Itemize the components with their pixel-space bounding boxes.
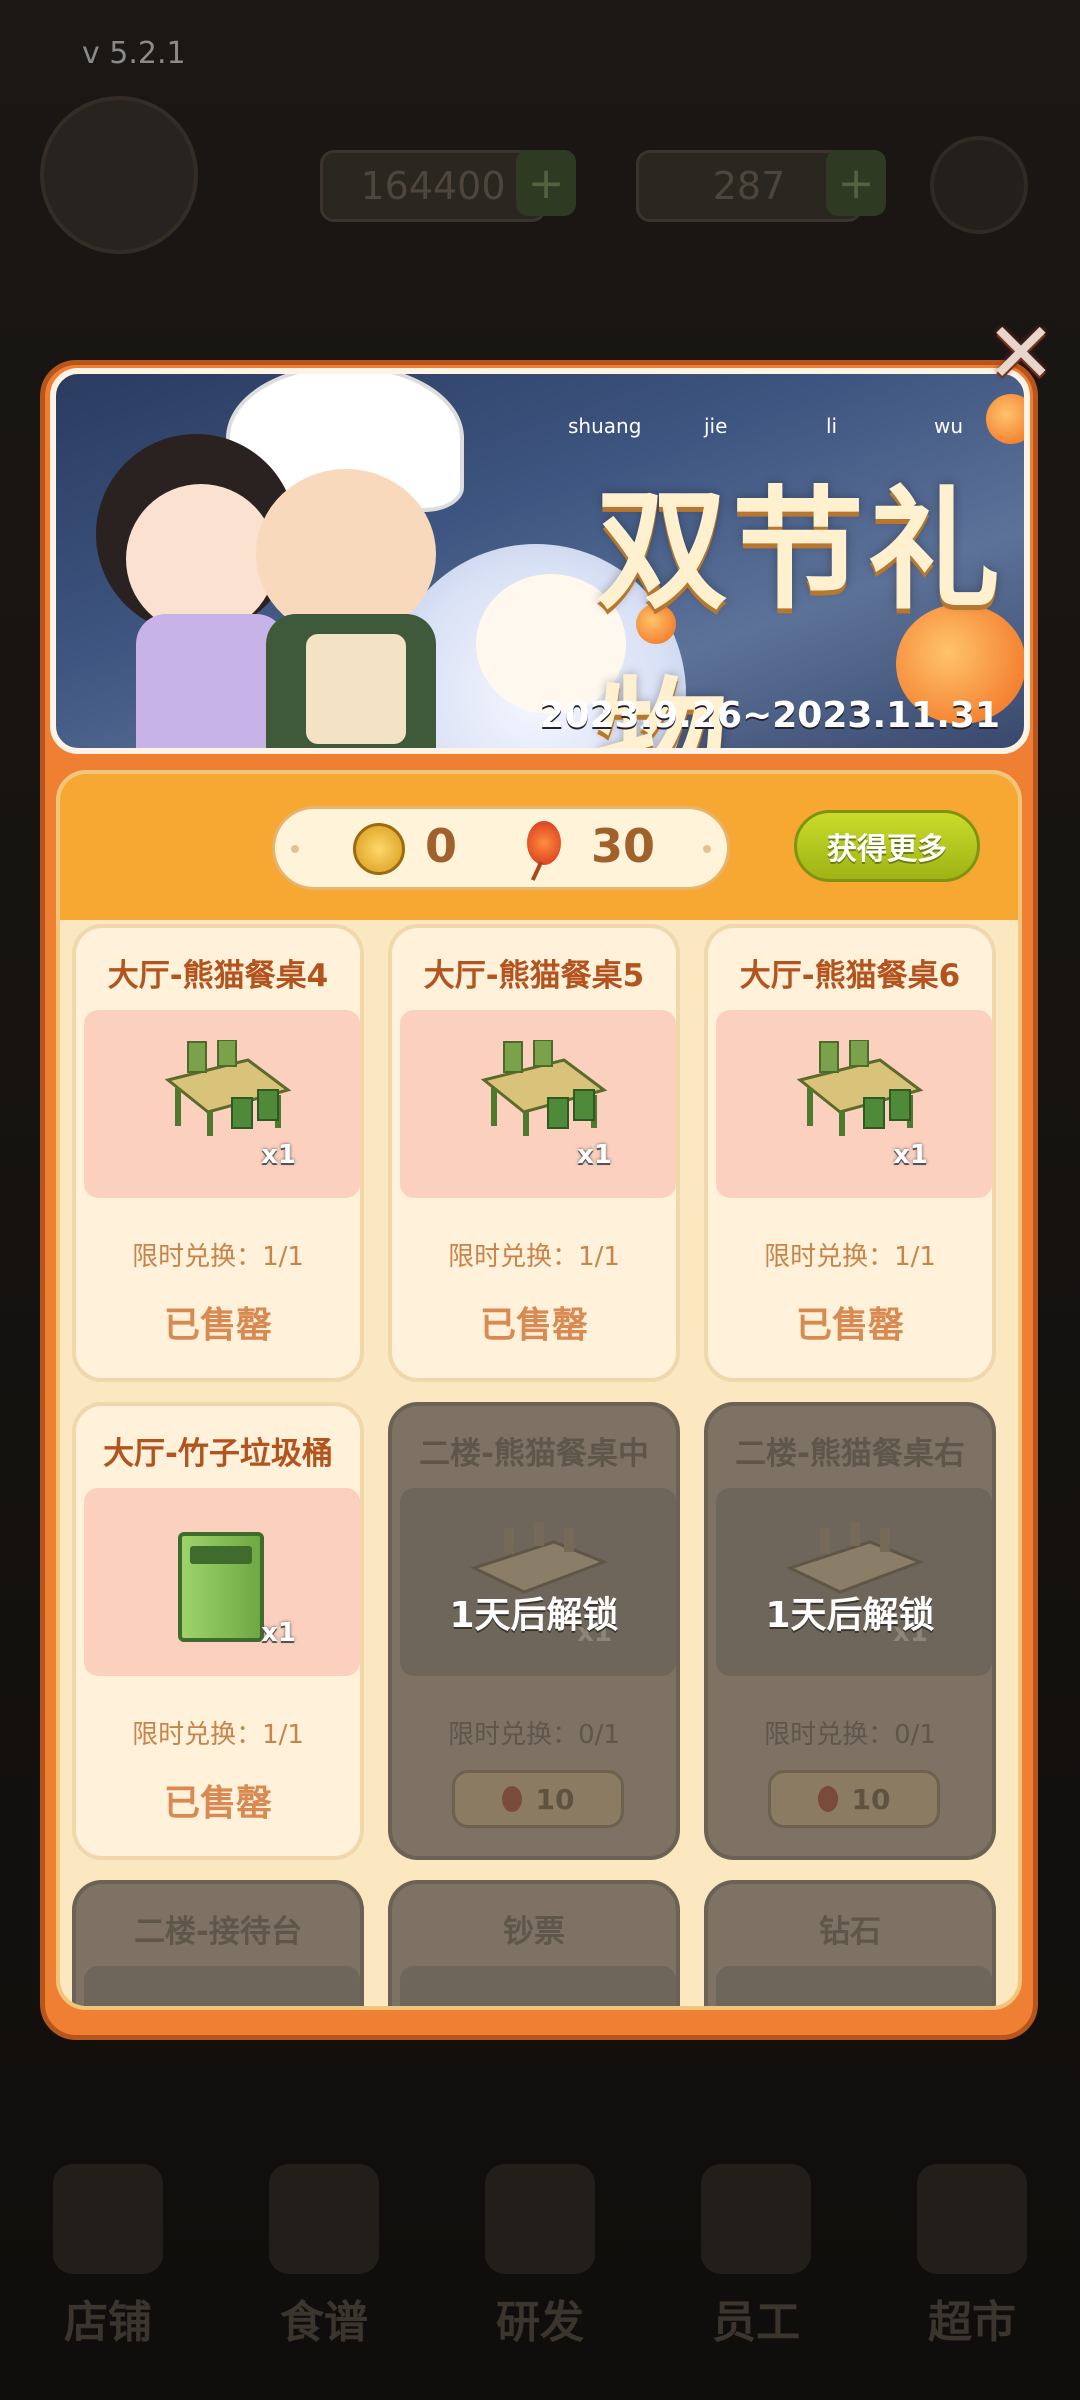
item-title: 大厅-熊猫餐桌6 [739, 958, 961, 994]
coin-amount: 0 [425, 819, 458, 873]
event-banner: shuang jie li wu 双节礼物 2023.9.26~2023.11.… [50, 368, 1030, 754]
item-image [716, 1966, 992, 2006]
bamboo-table-icon [796, 1040, 924, 1136]
pill-dot [291, 845, 299, 853]
sold-out-label: 已售罄 [479, 1305, 588, 1346]
get-more-button[interactable]: 获得更多 [794, 810, 980, 882]
shop-item-card-locked[interactable]: 二楼-接待台 [72, 1880, 364, 2006]
exchange-price-button[interactable]: 10 [452, 1770, 624, 1828]
sold-out-label: 已售罄 [163, 1305, 272, 1346]
lantern-icon [817, 1786, 838, 1812]
item-image [84, 1966, 360, 2006]
pinyin-label: jie [704, 414, 728, 438]
exchange-limit: 限时兑换：1/1 [448, 1242, 620, 1272]
chef-apron [306, 634, 406, 744]
shop-item-card-locked[interactable]: 钻石 [704, 1880, 996, 2006]
item-quantity: x1 [261, 1618, 296, 1648]
item-image: x1 [716, 1010, 992, 1198]
market-icon [917, 2164, 1027, 2274]
shop-item-card-locked[interactable]: 二楼-熊猫餐桌右 x1 1天后解锁 限时兑换：0/1 10 [704, 1402, 996, 1860]
item-image: x1 [84, 1010, 360, 1198]
item-title: 二楼-接待台 [134, 1914, 302, 1950]
item-image [400, 1966, 676, 2006]
exchange-price-button[interactable]: 10 [768, 1770, 940, 1828]
add-gold-button[interactable]: + [516, 150, 576, 216]
price-value: 10 [535, 1782, 575, 1816]
item-title: 大厅-熊猫餐桌4 [107, 958, 329, 994]
nav-shop[interactable]: 店铺 [18, 2164, 198, 2350]
item-quantity: x1 [261, 1140, 296, 1170]
item-image: x1 [400, 1010, 676, 1198]
exchange-limit: 限时兑换：0/1 [764, 1720, 936, 1750]
event-date-range: 2023.9.26~2023.11.31 [539, 695, 1000, 736]
girl-face [126, 484, 276, 634]
gear-icon[interactable] [930, 136, 1028, 234]
pinyin-label: li [826, 414, 838, 438]
item-quantity: x1 [893, 1140, 928, 1170]
nav-recipes[interactable]: 食谱 [234, 2164, 414, 2350]
item-title: 钻石 [819, 1914, 881, 1950]
lantern-icon [527, 821, 561, 865]
exchange-limit: 限时兑换：1/1 [764, 1242, 936, 1272]
shop-item-card[interactable]: 大厅-熊猫餐桌4 x1 限时兑换：1/1 已售罄 [72, 924, 364, 1382]
item-title: 二楼-熊猫餐桌右 [735, 1436, 965, 1472]
girl-body [136, 614, 286, 748]
item-image: x1 [84, 1488, 360, 1676]
item-title: 钞票 [503, 1914, 565, 1950]
shop-item-card-locked[interactable]: 钞票 [388, 1880, 680, 2006]
bamboo-table-icon [480, 1040, 608, 1136]
gold-counter: 164400 [320, 150, 546, 222]
shop-item-card[interactable]: 大厅-熊猫餐桌5 x1 限时兑换：1/1 已售罄 [388, 924, 680, 1382]
pinyin-label: shuang [568, 414, 642, 438]
shop-item-card-locked[interactable]: 二楼-熊猫餐桌中 x1 1天后解锁 限时兑换：0/1 10 [388, 1402, 680, 1860]
item-quantity: x1 [577, 1140, 612, 1170]
item-title: 大厅-竹子垃圾桶 [103, 1436, 333, 1472]
sold-out-label: 已售罄 [163, 1783, 272, 1824]
pot-icon [485, 2164, 595, 2274]
currency-pill: 0 30 [272, 806, 730, 890]
add-gem-button[interactable]: + [826, 150, 886, 216]
nav-research[interactable]: 研发 [450, 2164, 630, 2350]
exchange-limit: 限时兑换：0/1 [448, 1720, 620, 1750]
lantern-icon [501, 1786, 522, 1812]
bottom-nav: 店铺 食谱 研发 员工 超市 [0, 2140, 1080, 2400]
currency-bar: 0 30 获得更多 [60, 774, 1018, 920]
pinyin-label: wu [934, 414, 964, 438]
mooncake-coin-icon [353, 823, 405, 875]
item-title: 大厅-熊猫餐桌5 [423, 958, 645, 994]
staff-icon [701, 2164, 811, 2274]
recipe-icon [269, 2164, 379, 2274]
restaurant-badge-icon [40, 96, 198, 254]
lantern-amount: 30 [591, 819, 656, 873]
bamboo-table-icon [164, 1040, 292, 1136]
sold-out-label: 已售罄 [795, 1305, 904, 1346]
version-label: v 5.2.1 [82, 36, 186, 71]
item-title: 二楼-熊猫餐桌中 [419, 1436, 649, 1472]
shop-item-card[interactable]: 大厅-熊猫餐桌6 x1 限时兑换：1/1 已售罄 [704, 924, 996, 1382]
shop-icon [53, 2164, 163, 2274]
item-image: x1 [400, 1488, 676, 1676]
unlock-timer: 1天后解锁 [765, 1595, 935, 1636]
nav-staff[interactable]: 员工 [666, 2164, 846, 2350]
close-button[interactable]: ✕ [978, 304, 1064, 402]
pill-dot [703, 845, 711, 853]
item-image: x1 [716, 1488, 992, 1676]
price-value: 10 [851, 1782, 891, 1816]
unlock-timer: 1天后解锁 [449, 1595, 619, 1636]
exchange-limit: 限时兑换：1/1 [132, 1720, 304, 1750]
trash-bin-icon [178, 1532, 264, 1642]
shop-item-card[interactable]: 大厅-竹子垃圾桶 x1 限时兑换：1/1 已售罄 [72, 1402, 364, 1860]
exchange-limit: 限时兑换：1/1 [132, 1242, 304, 1272]
shop-content: 0 30 获得更多 大厅-熊猫餐桌4 x1 限时兑换：1/1 已售罄 大厅-熊猫… [56, 770, 1022, 2010]
nav-market[interactable]: 超市 [882, 2164, 1062, 2350]
